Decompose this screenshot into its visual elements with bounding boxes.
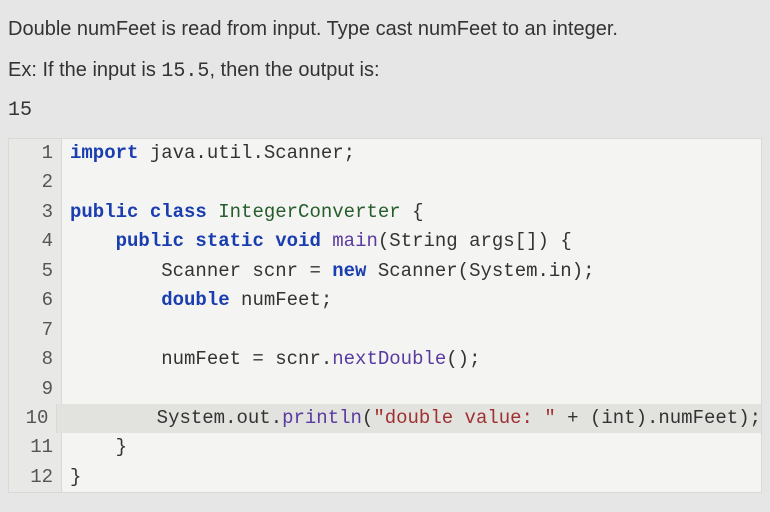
example-input-value: 15.5 — [161, 60, 209, 83]
line-number: 7 — [9, 316, 62, 345]
line-number: 5 — [9, 257, 62, 286]
line-number: 3 — [9, 198, 62, 227]
line-number: 9 — [9, 375, 62, 404]
code-line: 8 numFeet = scnr.nextDouble(); — [9, 345, 761, 374]
code-line: 5 Scanner scnr = new Scanner(System.in); — [9, 257, 761, 286]
code-line: 3 public class IntegerConverter { — [9, 198, 761, 227]
code-line: 2 — [9, 168, 761, 197]
example-line: Ex: If the input is 15.5, then the outpu… — [8, 57, 762, 85]
code-line: 12 } — [9, 463, 761, 492]
code-line-highlighted: 10 System.out.println("double value: " +… — [9, 404, 761, 433]
line-number: 10 — [9, 404, 57, 433]
example-prefix: Ex: If the input is — [8, 59, 161, 81]
line-number: 6 — [9, 286, 62, 315]
problem-statement: Double numFeet is read from input. Type … — [8, 16, 762, 43]
code-editor[interactable]: 1 import java.util.Scanner; 2 3 public c… — [8, 138, 762, 493]
line-number: 12 — [9, 463, 62, 492]
code-line: 4 public static void main(String args[])… — [9, 227, 761, 256]
line-number: 2 — [9, 168, 62, 197]
line-number: 4 — [9, 227, 62, 256]
code-line: 6 double numFeet; — [9, 286, 761, 315]
example-suffix: , then the output is: — [209, 59, 379, 81]
line-number: 11 — [9, 433, 62, 462]
code-line: 7 — [9, 316, 761, 345]
line-number: 1 — [9, 139, 62, 168]
line-number: 8 — [9, 345, 62, 374]
code-line: 11 } — [9, 433, 761, 462]
code-line: 1 import java.util.Scanner; — [9, 139, 761, 168]
expected-output: 15 — [8, 99, 762, 122]
code-line: 9 — [9, 375, 761, 404]
